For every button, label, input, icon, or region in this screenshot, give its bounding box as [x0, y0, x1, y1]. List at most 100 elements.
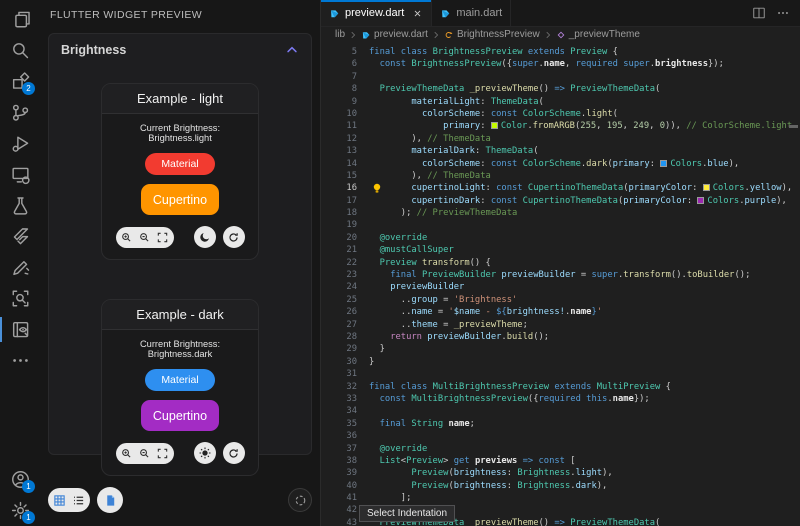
sun-icon[interactable]	[198, 446, 212, 460]
activity-bar-item-search[interactable]	[0, 35, 40, 66]
activity-bar-item-run-debug[interactable]	[0, 128, 40, 159]
zoom-out-icon[interactable]	[138, 447, 151, 460]
cupertino-button-dark[interactable]: Cupertino	[141, 400, 219, 431]
code-line[interactable]: 9 materialLight: ThemeData(	[321, 96, 800, 108]
activity-bar-item-widget-preview[interactable]	[0, 314, 40, 345]
activity-bar-item-accounts[interactable]: 1	[0, 464, 40, 495]
code-line[interactable]: 22 Preview transform() {	[321, 257, 800, 269]
code-line[interactable]: 35 final String name;	[321, 418, 800, 430]
line-number[interactable]: 26	[321, 306, 357, 318]
cupertino-button-light[interactable]: Cupertino	[141, 184, 219, 215]
code-line[interactable]: 26 ..name = '$name - ${brightness!.name}…	[321, 306, 800, 318]
more-actions-icon[interactable]	[776, 6, 790, 20]
line-number[interactable]: 41	[321, 492, 357, 504]
activity-bar-item-source-control[interactable]	[0, 97, 40, 128]
color-chip[interactable]	[660, 160, 667, 167]
line-number[interactable]: 10	[321, 108, 357, 120]
line-number[interactable]: 25	[321, 294, 357, 306]
code-line[interactable]: 36	[321, 430, 800, 442]
code-line[interactable]: 5final class BrightnessPreview extends P…	[321, 46, 800, 58]
code-line[interactable]: 19	[321, 219, 800, 231]
breadcrumb-item-file[interactable]: preview.dart	[361, 29, 428, 40]
line-number[interactable]: 21	[321, 244, 357, 256]
zoom-in-icon[interactable]	[120, 231, 133, 244]
code-line[interactable]: 20 @override	[321, 232, 800, 244]
line-number[interactable]: 12	[321, 133, 357, 145]
code-line[interactable]: 34	[321, 405, 800, 417]
color-chip[interactable]	[491, 122, 498, 129]
code-line[interactable]: 21 @mustCallSuper	[321, 244, 800, 256]
chevron-up-icon[interactable]	[285, 43, 299, 57]
line-number[interactable]: 36	[321, 430, 357, 442]
close-icon[interactable]	[412, 8, 423, 19]
code-line[interactable]: 29 }	[321, 343, 800, 355]
code-line[interactable]: 40 Preview(brightness: Brightness.dark),	[321, 480, 800, 492]
activity-bar-item-testing[interactable]	[0, 190, 40, 221]
code-line[interactable]: 32final class MultiBrightnessPreview ext…	[321, 381, 800, 393]
activity-bar-item-edit-pen[interactable]	[0, 252, 40, 283]
tab-preview-dart[interactable]: preview.dart	[321, 0, 432, 26]
line-number[interactable]: 17	[321, 195, 357, 207]
line-number[interactable]: 23	[321, 269, 357, 281]
material-button-light[interactable]: Material	[145, 153, 215, 175]
line-number[interactable]: 43	[321, 517, 357, 526]
fullscreen-icon[interactable]	[156, 447, 169, 460]
line-number[interactable]: 18	[321, 207, 357, 219]
line-number[interactable]: 22	[321, 257, 357, 269]
file-filter-icon[interactable]	[104, 494, 117, 507]
line-number[interactable]: 5	[321, 46, 357, 58]
line-number[interactable]: 30	[321, 356, 357, 368]
brightness-section-header[interactable]: Brightness	[49, 34, 311, 61]
code-line[interactable]: 11 primary: Color.fromARGB(255, 195, 249…	[321, 120, 800, 132]
zoom-out-icon[interactable]	[138, 231, 151, 244]
code-line[interactable]: 30}	[321, 356, 800, 368]
code-editor[interactable]: 5final class BrightnessPreview extends P…	[321, 42, 800, 526]
activity-bar-item-explorer[interactable]	[0, 4, 40, 35]
lightbulb-icon[interactable]	[372, 183, 382, 194]
activity-bar-item-flutter[interactable]	[0, 221, 40, 252]
moon-icon[interactable]	[198, 230, 212, 244]
line-number[interactable]: 32	[321, 381, 357, 393]
activity-bar-item-search-preview[interactable]	[0, 283, 40, 314]
material-button-dark[interactable]: Material	[145, 369, 215, 391]
code-line[interactable]: 15 ), // ThemeData	[321, 170, 800, 182]
split-editor-icon[interactable]	[752, 6, 766, 20]
line-number[interactable]: 42	[321, 504, 357, 516]
line-number[interactable]: 28	[321, 331, 357, 343]
code-line[interactable]: 23 final PreviewBuilder previewBuilder =…	[321, 269, 800, 281]
code-line[interactable]: 10 colorScheme: const ColorScheme.light(	[321, 108, 800, 120]
color-chip[interactable]	[703, 184, 710, 191]
code-line[interactable]: 38 List<Preview> get previews => const [	[321, 455, 800, 467]
activity-bar-item-more[interactable]	[0, 345, 40, 376]
code-line[interactable]: 6 const BrightnessPreview({super.name, r…	[321, 58, 800, 70]
code-line[interactable]: 31	[321, 368, 800, 380]
breadcrumb-item-class[interactable]: BrightnessPreview	[444, 29, 540, 40]
code-line[interactable]: 33 const MultiBrightnessPreview({require…	[321, 393, 800, 405]
code-line[interactable]: 17 cupertinoDark: const CupertinoThemeDa…	[321, 195, 800, 207]
line-number[interactable]: 11	[321, 120, 357, 132]
code-line[interactable]: 7	[321, 71, 800, 83]
line-number[interactable]: 39	[321, 467, 357, 479]
line-number[interactable]: 29	[321, 343, 357, 355]
code-line[interactable]: 37 @override	[321, 443, 800, 455]
breadcrumb-item-method[interactable]: _previewTheme	[556, 29, 640, 40]
line-number[interactable]: 38	[321, 455, 357, 467]
line-number[interactable]: 27	[321, 319, 357, 331]
line-number[interactable]: 8	[321, 83, 357, 95]
line-number[interactable]: 34	[321, 405, 357, 417]
code-line[interactable]: 12 ), // ThemeData	[321, 133, 800, 145]
line-number[interactable]: 24	[321, 281, 357, 293]
list-view-icon[interactable]	[72, 494, 85, 507]
progress-circle-icon[interactable]	[294, 494, 307, 507]
code-line[interactable]: 39 Preview(brightness: Brightness.light)…	[321, 467, 800, 479]
line-number[interactable]: 35	[321, 418, 357, 430]
line-number[interactable]: 40	[321, 480, 357, 492]
code-line[interactable]: 18 ); // PreviewThemeData	[321, 207, 800, 219]
line-number[interactable]: 33	[321, 393, 357, 405]
tab-main-dart[interactable]: main.dart	[432, 0, 511, 26]
line-number[interactable]: 15	[321, 170, 357, 182]
line-number[interactable]: 14	[321, 158, 357, 170]
breadcrumb-item-lib[interactable]: lib	[335, 29, 345, 40]
activity-bar-item-remote-explorer[interactable]	[0, 159, 40, 190]
code-line[interactable]: 8 PreviewThemeData _previewTheme() => Pr…	[321, 83, 800, 95]
